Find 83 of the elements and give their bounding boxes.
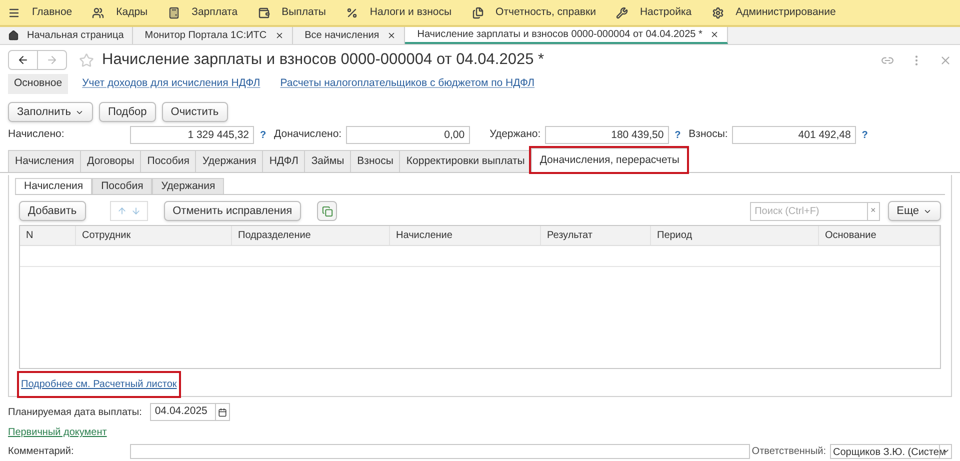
tab[interactable]: Корректировки выплаты (399, 150, 531, 172)
close-icon[interactable] (710, 30, 720, 39)
help-link[interactable]: ? (858, 128, 872, 142)
column-header[interactable]: Период (651, 226, 819, 245)
settings-icon (712, 6, 724, 18)
amount-field[interactable]: 1 329 445,32 (130, 126, 254, 144)
payslip-link[interactable]: Подробнее см. Расчетный листок (19, 373, 179, 396)
main-menu-item[interactable]: Настройка (616, 4, 692, 20)
main-menu-item[interactable]: Выплаты (258, 4, 326, 20)
field-label: Доначислено: (274, 127, 342, 142)
more-button[interactable]: Еще (888, 201, 941, 221)
close-icon[interactable] (274, 31, 284, 40)
field-label: Планируемая дата выплаты: (8, 406, 142, 420)
up-arrow-icon[interactable] (116, 206, 127, 216)
tab[interactable]: Взносы (350, 150, 400, 172)
forward-arrow-icon (46, 54, 58, 66)
amount-field[interactable]: 0,00 (346, 126, 470, 144)
table-add-button[interactable] (317, 201, 338, 221)
clear-button[interactable]: × (866, 202, 879, 220)
main-menu-item[interactable]: Кадры (92, 4, 148, 20)
percent-icon (346, 6, 358, 18)
back-arrow-icon (17, 54, 29, 66)
wrench-icon (616, 6, 628, 18)
main-menu-item[interactable]: Главное (8, 4, 72, 20)
tab[interactable]: Пособия (140, 150, 196, 172)
home-icon (8, 30, 19, 41)
help-link[interactable]: ? (256, 128, 270, 142)
column-header[interactable]: Сотрудник (76, 226, 232, 245)
tab[interactable]: Доначисления, перерасчеты (530, 148, 688, 172)
wallet-icon (258, 6, 270, 18)
column-header[interactable]: Основание (819, 226, 940, 245)
field-label: Начислено: (8, 127, 66, 142)
subtab[interactable]: Пособия (92, 178, 152, 194)
column-header[interactable]: Результат (541, 226, 651, 245)
calculator-icon (168, 6, 180, 18)
people-icon (92, 6, 104, 18)
window-tab[interactable]: Начисление зарплаты и взносов 0000-000004 от 04.04.2025 * (405, 27, 728, 44)
amount-field[interactable]: 401 492,48 (732, 126, 856, 144)
command-button[interactable]: Подбор (99, 102, 156, 122)
window-tab[interactable]: Начальная страница (0, 27, 133, 44)
field-label: Взносы: (688, 127, 728, 142)
date-input[interactable]: 04.04.2025 (150, 404, 215, 420)
search-field[interactable]: Поиск (Ctrl+F) × (750, 202, 880, 220)
tab[interactable]: Займы (304, 150, 350, 172)
subtab[interactable]: Начисления (15, 178, 92, 194)
tab[interactable]: Договоры (80, 150, 140, 172)
document-title: Начисление зарплаты и взносов 0000-000004 от 04.04.2025 * (102, 50, 544, 70)
undo-button[interactable]: Отменить исправления (164, 201, 302, 221)
calendar-icon[interactable] (218, 408, 227, 416)
field-label: Удержано: (490, 127, 541, 142)
section-link[interactable]: Учет доходов для исчисления НДФЛ (76, 74, 266, 94)
comment-field[interactable] (130, 444, 750, 458)
column-header[interactable]: Начисление (390, 226, 541, 245)
field-label: Ответственный: (752, 444, 826, 458)
menu-icon (8, 6, 20, 18)
star-icon[interactable] (79, 52, 94, 68)
primary-document-link[interactable]: Первичный документ (8, 425, 107, 440)
window-tab[interactable]: Монитор Портала 1С:ИТС (132, 27, 293, 44)
command-button[interactable]: Очистить (162, 102, 228, 122)
main-menu-item[interactable]: Налоги и взносы (346, 4, 452, 20)
section-link[interactable]: Расчеты налогоплательщиков с бюджетом по НДФЛ (274, 74, 541, 94)
main-menu-item[interactable]: Администрирование (712, 4, 836, 20)
add-button[interactable]: Добавить (19, 201, 86, 221)
tab[interactable]: НДФЛ (262, 150, 304, 172)
copy-icon (322, 206, 333, 216)
main-menu-item[interactable]: Отчетность, справки (472, 4, 596, 20)
section-link[interactable]: Основное (8, 74, 68, 94)
search-input[interactable]: Поиск (Ctrl+F) (750, 204, 867, 218)
field-label: Комментарий: (8, 444, 75, 458)
responsible-field[interactable]: Сорщиков З.Ю. (Систем (830, 444, 952, 458)
column-header[interactable]: Подразделение (232, 226, 390, 245)
tab[interactable]: Начисления (8, 150, 80, 172)
main-menu-item[interactable]: Зарплата (168, 4, 238, 20)
close-icon[interactable] (387, 31, 396, 40)
date-field[interactable]: 04.04.2025 (150, 403, 230, 421)
help-link[interactable]: ? (670, 128, 685, 142)
column-header[interactable]: N (20, 226, 76, 245)
down-arrow-icon[interactable] (130, 206, 141, 216)
amount-field[interactable]: 180 439,50 (544, 126, 669, 144)
subtab[interactable]: Удержания (152, 178, 224, 194)
tab[interactable]: Удержания (195, 150, 262, 172)
command-button[interactable]: Заполнить (8, 102, 94, 122)
documents-icon (472, 6, 484, 18)
